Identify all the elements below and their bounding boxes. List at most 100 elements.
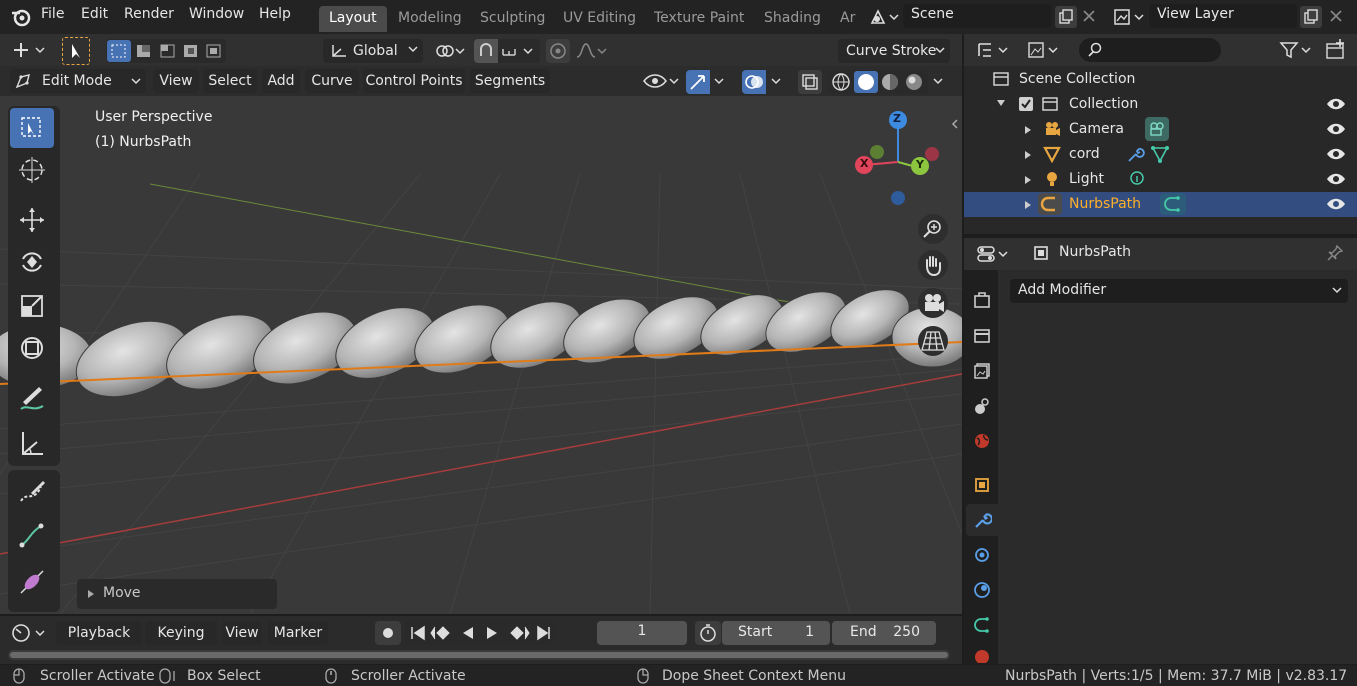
render-properties-tab-icon[interactable] — [966, 320, 998, 352]
perspective-toggle-icon[interactable] — [918, 326, 948, 356]
blender-logo-icon[interactable] — [10, 7, 32, 27]
curve-data-icon[interactable] — [1160, 193, 1186, 215]
menu-edit[interactable]: Edit — [81, 6, 108, 22]
pin-icon[interactable] — [1326, 244, 1344, 262]
view-layer-properties-tab-icon[interactable] — [966, 355, 998, 387]
gizmo-toggle-icon[interactable] — [686, 70, 710, 94]
remove-scene-icon[interactable] — [1081, 8, 1097, 24]
remove-view-layer-icon[interactable] — [1328, 8, 1344, 24]
modifier-properties-tab-icon[interactable] — [966, 504, 998, 536]
outliner-row-camera[interactable]: Camera — [964, 117, 1357, 142]
proportional-editing-icon[interactable] — [546, 39, 570, 63]
eye-icon[interactable] — [1326, 147, 1346, 161]
viewport-3d[interactable]: Global Curve Stroke Edit Mode View Selec… — [0, 34, 962, 614]
add-modifier-dropdown[interactable]: Add Modifier — [1010, 279, 1348, 303]
eye-icon[interactable] — [1326, 197, 1346, 211]
radius-tool-icon[interactable] — [10, 562, 54, 602]
new-scene-icon[interactable] — [1055, 6, 1077, 28]
timeline-scrollbar[interactable] — [8, 650, 950, 660]
menu-render[interactable]: Render — [124, 6, 174, 22]
viewport-menu-view[interactable]: View — [153, 69, 199, 93]
overlays-toggle-icon[interactable] — [742, 70, 766, 94]
chevron-down-icon[interactable] — [770, 77, 782, 87]
view-layer-field[interactable]: View Layer — [1149, 4, 1297, 28]
viewport-menu-curve[interactable]: Curve — [305, 69, 359, 93]
tab-sculpting[interactable]: Sculpting — [470, 6, 555, 32]
shading-mode-group[interactable] — [828, 70, 928, 94]
object-data-properties-tab-icon[interactable] — [966, 609, 998, 641]
viewport-menu-control-points[interactable]: Control Points — [363, 69, 465, 93]
outliner-row-collection[interactable]: Collection — [964, 92, 1357, 117]
cursor-tool-icon[interactable] — [10, 150, 54, 190]
visibility-eye-icon[interactable] — [640, 70, 682, 92]
properties-editor-type-icon[interactable] — [975, 243, 1015, 265]
menu-file[interactable]: File — [41, 6, 64, 22]
last-operator-panel[interactable]: Move — [77, 579, 277, 609]
snap-target-icon[interactable] — [498, 39, 540, 63]
pan-hand-icon[interactable] — [918, 250, 948, 280]
pivot-point-icon[interactable] — [432, 40, 468, 62]
chevron-down-icon[interactable] — [932, 77, 944, 87]
filter-icon[interactable] — [1278, 39, 1318, 61]
world-properties-tab-icon[interactable] — [966, 425, 998, 457]
tab-modeling[interactable]: Modeling — [388, 6, 472, 32]
eye-icon[interactable] — [1326, 122, 1346, 136]
tab-shading[interactable]: Shading — [754, 6, 831, 32]
menu-window[interactable]: Window — [189, 6, 244, 22]
annotate-tool-icon[interactable] — [10, 377, 54, 417]
chevron-down-icon[interactable] — [713, 77, 725, 87]
object-properties-tab-icon[interactable] — [966, 469, 998, 501]
expand-right-icon[interactable] — [1024, 150, 1032, 160]
current-frame-field[interactable]: 1 — [597, 621, 687, 645]
scene-name-field[interactable]: Scene — [903, 4, 1051, 28]
rotate-tool-icon[interactable] — [10, 242, 54, 282]
select-tool-icon[interactable] — [62, 37, 90, 65]
outliner-row-scene-collection[interactable]: Scene Collection — [964, 67, 1357, 92]
curve-stroke-dropdown[interactable]: Curve Stroke — [838, 39, 950, 63]
timeline-scrollbar-thumb[interactable] — [10, 652, 948, 658]
timeline-keying-menu[interactable]: Keying — [145, 621, 217, 645]
mesh-data-icon[interactable] — [1150, 145, 1170, 163]
expand-right-icon[interactable] — [1024, 200, 1032, 210]
eye-icon[interactable] — [1326, 172, 1346, 186]
timeline-editor-type-icon[interactable] — [10, 622, 50, 644]
viewport-menu-segments[interactable]: Segments — [470, 69, 550, 93]
outliner-editor-type-icon[interactable] — [975, 39, 1015, 61]
collection-checkbox[interactable] — [1019, 97, 1033, 111]
outliner-search-input[interactable] — [1079, 38, 1221, 62]
view-layer-selector-icon[interactable] — [1112, 7, 1146, 27]
viewport-menu-select[interactable]: Select — [203, 69, 257, 93]
transform-tool-icon[interactable] — [10, 328, 54, 368]
outliner-row-light[interactable]: Light — [964, 167, 1357, 192]
menu-help[interactable]: Help — [259, 6, 291, 22]
playback-controls[interactable] — [405, 621, 555, 645]
expand-down-icon[interactable] — [996, 99, 1006, 107]
tab-texture-paint[interactable]: Texture Paint — [644, 6, 754, 32]
end-frame-field[interactable]: End 250 — [832, 621, 936, 645]
extrude-tool-icon[interactable] — [10, 515, 54, 555]
select-box-tool-icon[interactable] — [10, 108, 54, 148]
xray-toggle-icon[interactable] — [798, 70, 822, 94]
tool-properties-tab-icon[interactable] — [966, 284, 998, 316]
material-properties-tab-icon[interactable] — [966, 643, 998, 663]
start-frame-field[interactable]: Start 1 — [722, 621, 830, 645]
viewport-menu-add[interactable]: Add — [262, 69, 300, 93]
draw-curve-tool-icon[interactable] — [10, 472, 54, 512]
tab-animation[interactable]: Ar — [830, 6, 865, 32]
timeline-marker-menu[interactable]: Marker — [268, 621, 328, 645]
snap-icon[interactable] — [474, 39, 498, 63]
new-collection-icon[interactable] — [1323, 39, 1347, 61]
measure-tool-icon[interactable] — [10, 423, 54, 463]
stopwatch-icon[interactable] — [695, 621, 721, 645]
timeline-playback-menu[interactable]: Playback — [56, 621, 142, 645]
scene-properties-tab-icon[interactable] — [966, 390, 998, 422]
wrench-icon[interactable] — [1125, 145, 1145, 163]
proportional-falloff-icon[interactable] — [574, 39, 610, 63]
move-tool-icon[interactable] — [10, 200, 54, 240]
timeline-view-menu[interactable]: View — [222, 621, 262, 645]
zoom-icon[interactable] — [918, 214, 948, 244]
record-keyframes-icon[interactable] — [375, 621, 401, 645]
display-mode-icon[interactable] — [1025, 39, 1065, 61]
tab-uv-editing[interactable]: UV Editing — [553, 6, 646, 32]
editor-type-icon[interactable] — [10, 39, 50, 61]
